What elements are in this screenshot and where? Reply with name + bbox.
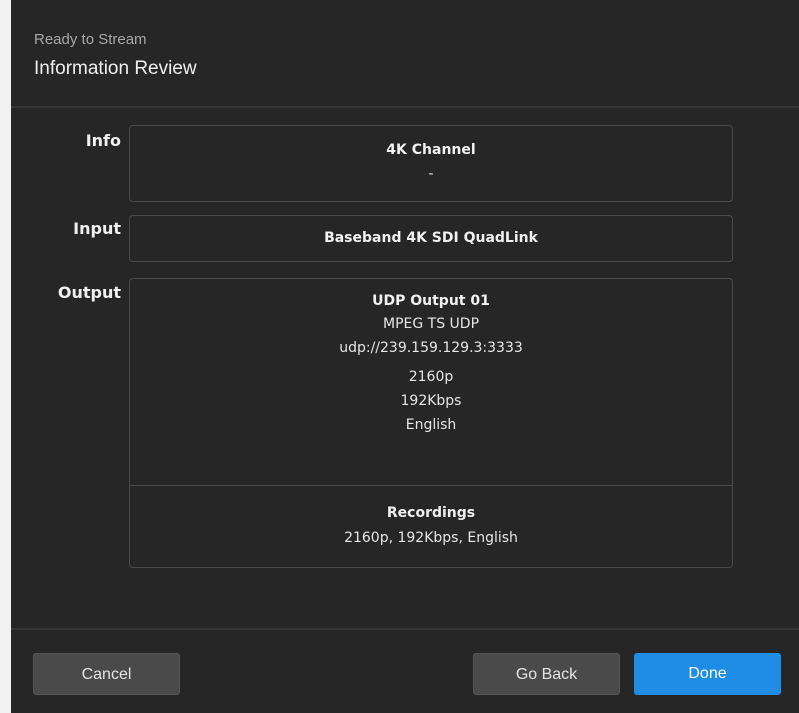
output-address: udp://239.159.129.3:3333 bbox=[339, 340, 523, 356]
dialog-kicker: Ready to Stream bbox=[34, 31, 147, 48]
recordings-title: Recordings bbox=[386, 505, 476, 521]
info-label: Info bbox=[85, 131, 121, 150]
dialog-header: Ready to Stream Information Review bbox=[11, 0, 799, 108]
channel-name: 4K Channel bbox=[386, 142, 476, 158]
channel-description: - bbox=[428, 166, 434, 182]
output-box: UDP Output 01 MPEG TS UDP udp://239.159.… bbox=[129, 278, 733, 568]
dialog-body: Info 4K Channel - Input Baseband 4K SDI … bbox=[11, 108, 799, 628]
input-box: Baseband 4K SDI QuadLink bbox=[129, 215, 733, 262]
output-name: UDP Output 01 bbox=[372, 293, 490, 309]
info-box: 4K Channel - bbox=[129, 125, 733, 202]
output-label: Output bbox=[57, 283, 121, 302]
review-dialog: Ready to Stream Information Review Info … bbox=[11, 0, 799, 713]
done-button[interactable]: Done bbox=[634, 653, 781, 695]
output-details: UDP Output 01 MPEG TS UDP udp://239.159.… bbox=[130, 279, 732, 485]
output-bitrate: 192Kbps bbox=[400, 393, 462, 409]
input-label: Input bbox=[73, 219, 121, 238]
output-language: English bbox=[405, 417, 457, 433]
dialog-footer: Cancel Go Back Done bbox=[11, 628, 799, 713]
cancel-button[interactable]: Cancel bbox=[33, 653, 180, 695]
dialog-title: Information Review bbox=[34, 58, 197, 79]
output-resolution: 2160p bbox=[408, 369, 454, 385]
recordings-section: Recordings 2160p, 192Kbps, English bbox=[130, 486, 732, 549]
input-name: Baseband 4K SDI QuadLink bbox=[324, 230, 538, 246]
go-back-button[interactable]: Go Back bbox=[473, 653, 620, 695]
output-type: MPEG TS UDP bbox=[382, 316, 480, 332]
recordings-detail: 2160p, 192Kbps, English bbox=[344, 530, 518, 546]
